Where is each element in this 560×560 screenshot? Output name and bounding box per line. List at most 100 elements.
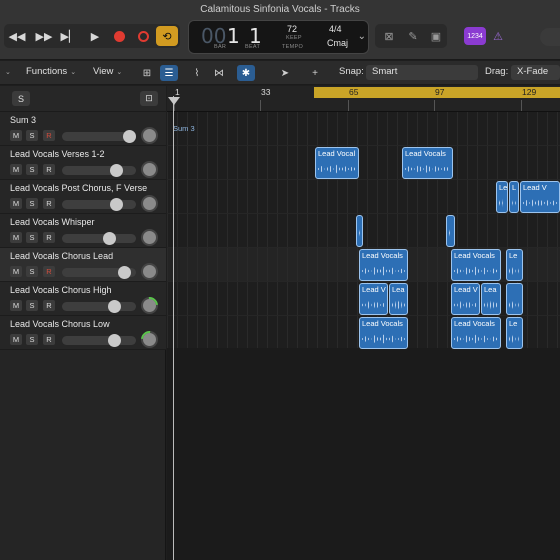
functions-menu[interactable]: Functions ⌄ — [26, 66, 76, 80]
go-to-start-button[interactable]: ▶▏ — [58, 26, 80, 46]
mute-button[interactable]: M — [10, 198, 22, 209]
audio-region[interactable]: Le — [496, 181, 508, 213]
solo-button[interactable]: S — [26, 300, 38, 311]
rewind-button[interactable]: ◀◀ — [6, 26, 28, 46]
audio-region[interactable]: Lea — [389, 283, 408, 315]
catch-button[interactable]: ✱ — [237, 65, 255, 81]
solo-button[interactable]: S — [26, 198, 38, 209]
track-row[interactable]: Lead Vocals Post Chorus, F Verse M S R — [0, 180, 166, 214]
track-lane[interactable] — [167, 214, 560, 248]
play-button[interactable]: ▶ — [84, 26, 106, 46]
record-button[interactable] — [108, 26, 130, 46]
audio-region[interactable]: Lea — [481, 283, 501, 315]
record-enable-button[interactable]: R — [43, 130, 55, 141]
audio-region[interactable]: Lead V — [359, 283, 388, 315]
master-volume[interactable] — [540, 28, 560, 46]
track-row[interactable]: Lead Vocals Verses 1-2 M S R — [0, 146, 166, 180]
forward-button[interactable]: ▶▶ — [33, 26, 55, 46]
audio-region[interactable]: Lead Vocals — [451, 249, 501, 281]
pan-knob[interactable] — [137, 327, 162, 352]
view-menu[interactable]: View ⌄ — [93, 66, 122, 80]
grid-view-button[interactable]: ⊞ — [138, 65, 156, 81]
solo-button[interactable]: S — [26, 266, 38, 277]
lcd-chevron-icon[interactable]: ⌄ — [358, 31, 366, 42]
snap-dropdown[interactable]: Smart — [366, 65, 478, 80]
mute-button[interactable]: M — [10, 300, 22, 311]
audio-region[interactable]: Le — [506, 317, 523, 349]
pan-knob[interactable] — [141, 127, 158, 144]
record-enable-button[interactable]: R — [43, 266, 55, 277]
mute-button[interactable]: M — [10, 334, 22, 345]
track-row[interactable]: Lead Vocals Chorus High M S R — [0, 282, 166, 318]
fader-knob[interactable] — [103, 232, 116, 245]
audio-region[interactable]: Lead Vocals — [402, 147, 453, 179]
playhead-handle[interactable] — [168, 97, 180, 105]
list-view-button[interactable]: ☰ — [160, 65, 178, 81]
volume-fader[interactable] — [62, 300, 136, 313]
record-enable-button[interactable]: R — [43, 164, 55, 175]
volume-fader[interactable] — [62, 232, 136, 245]
replace-button[interactable]: ⊠ — [380, 27, 398, 45]
pan-knob[interactable] — [141, 229, 158, 246]
global-solo-button[interactable]: S — [12, 91, 30, 106]
audio-region[interactable]: Lead V — [451, 283, 480, 315]
add-track-button[interactable]: ⊡ — [140, 91, 158, 106]
record-enable-button[interactable]: R — [43, 334, 55, 345]
audio-region[interactable]: Le — [506, 249, 523, 281]
automation-button[interactable]: ⌇ — [188, 65, 206, 81]
arrangement-area[interactable]: 1 33 65 97 129 Sum 3 Lead Vocal Lead Voc… — [167, 86, 560, 560]
record-enable-button[interactable]: R — [43, 300, 55, 311]
audio-region[interactable]: Lead Vocals — [359, 317, 408, 349]
empty-arrange-area[interactable] — [167, 348, 560, 560]
cycle-button[interactable]: ⟲ — [156, 26, 178, 46]
audio-region[interactable]: L — [509, 181, 519, 213]
lcd-display[interactable]: 00 1 1 BAR BEAT 72 KEEP TEMPO 4/4 Cmaj ⌄ — [188, 20, 369, 54]
metronome-button[interactable]: ⚠ — [489, 27, 507, 45]
audio-region[interactable]: Lead Vocal — [315, 147, 359, 179]
solo-button[interactable]: S — [26, 130, 38, 141]
secondary-tool[interactable]: + — [306, 65, 324, 81]
mute-button[interactable]: M — [10, 266, 22, 277]
track-lane[interactable] — [167, 112, 560, 146]
audio-region[interactable]: Lead V — [520, 181, 560, 213]
solo-mode-button[interactable]: ▣ — [427, 27, 445, 45]
audio-region[interactable]: Lead Vocals — [451, 317, 501, 349]
mute-button[interactable]: M — [10, 130, 22, 141]
playhead[interactable] — [173, 96, 174, 560]
pan-knob[interactable] — [141, 161, 158, 178]
record-enable-button[interactable]: R — [43, 232, 55, 243]
volume-fader[interactable] — [62, 198, 136, 211]
solo-button[interactable]: S — [26, 334, 38, 345]
pan-knob[interactable] — [137, 293, 162, 318]
volume-fader[interactable] — [62, 130, 136, 143]
fader-knob[interactable] — [108, 334, 121, 347]
audio-region[interactable]: Lead Vocals — [359, 249, 408, 281]
solo-button[interactable]: S — [26, 164, 38, 175]
track-row[interactable]: Sum 3 M S R — [0, 112, 166, 146]
pan-knob[interactable] — [141, 263, 158, 280]
fader-knob[interactable] — [118, 266, 131, 279]
track-row[interactable]: Lead Vocals Chorus Lead M S R — [0, 248, 166, 282]
count-in-button[interactable]: 1234 — [464, 27, 486, 45]
record-enable-button[interactable]: R — [43, 198, 55, 209]
autopunch-button[interactable]: ✎ — [404, 27, 422, 45]
capture-recording-button[interactable] — [132, 26, 154, 46]
volume-fader[interactable] — [62, 266, 136, 279]
bar-ruler[interactable]: 1 33 65 97 129 — [167, 86, 560, 112]
audio-region[interactable] — [356, 215, 363, 247]
track-row[interactable]: Lead Vocals Whisper M S R — [0, 214, 166, 248]
fader-knob[interactable] — [108, 300, 121, 313]
mute-button[interactable]: M — [10, 232, 22, 243]
chevron-down-icon[interactable]: ⌄ — [2, 66, 11, 80]
fader-knob[interactable] — [110, 164, 123, 177]
audio-region[interactable] — [446, 215, 455, 247]
solo-button[interactable]: S — [26, 232, 38, 243]
fader-knob[interactable] — [110, 198, 123, 211]
fader-knob[interactable] — [123, 130, 136, 143]
volume-fader[interactable] — [62, 334, 136, 347]
volume-fader[interactable] — [62, 164, 136, 177]
audio-region[interactable] — [506, 283, 523, 315]
track-row[interactable]: Lead Vocals Chorus Low M S R — [0, 316, 166, 352]
mute-button[interactable]: M — [10, 164, 22, 175]
flex-button[interactable]: ⋈ — [210, 65, 228, 81]
